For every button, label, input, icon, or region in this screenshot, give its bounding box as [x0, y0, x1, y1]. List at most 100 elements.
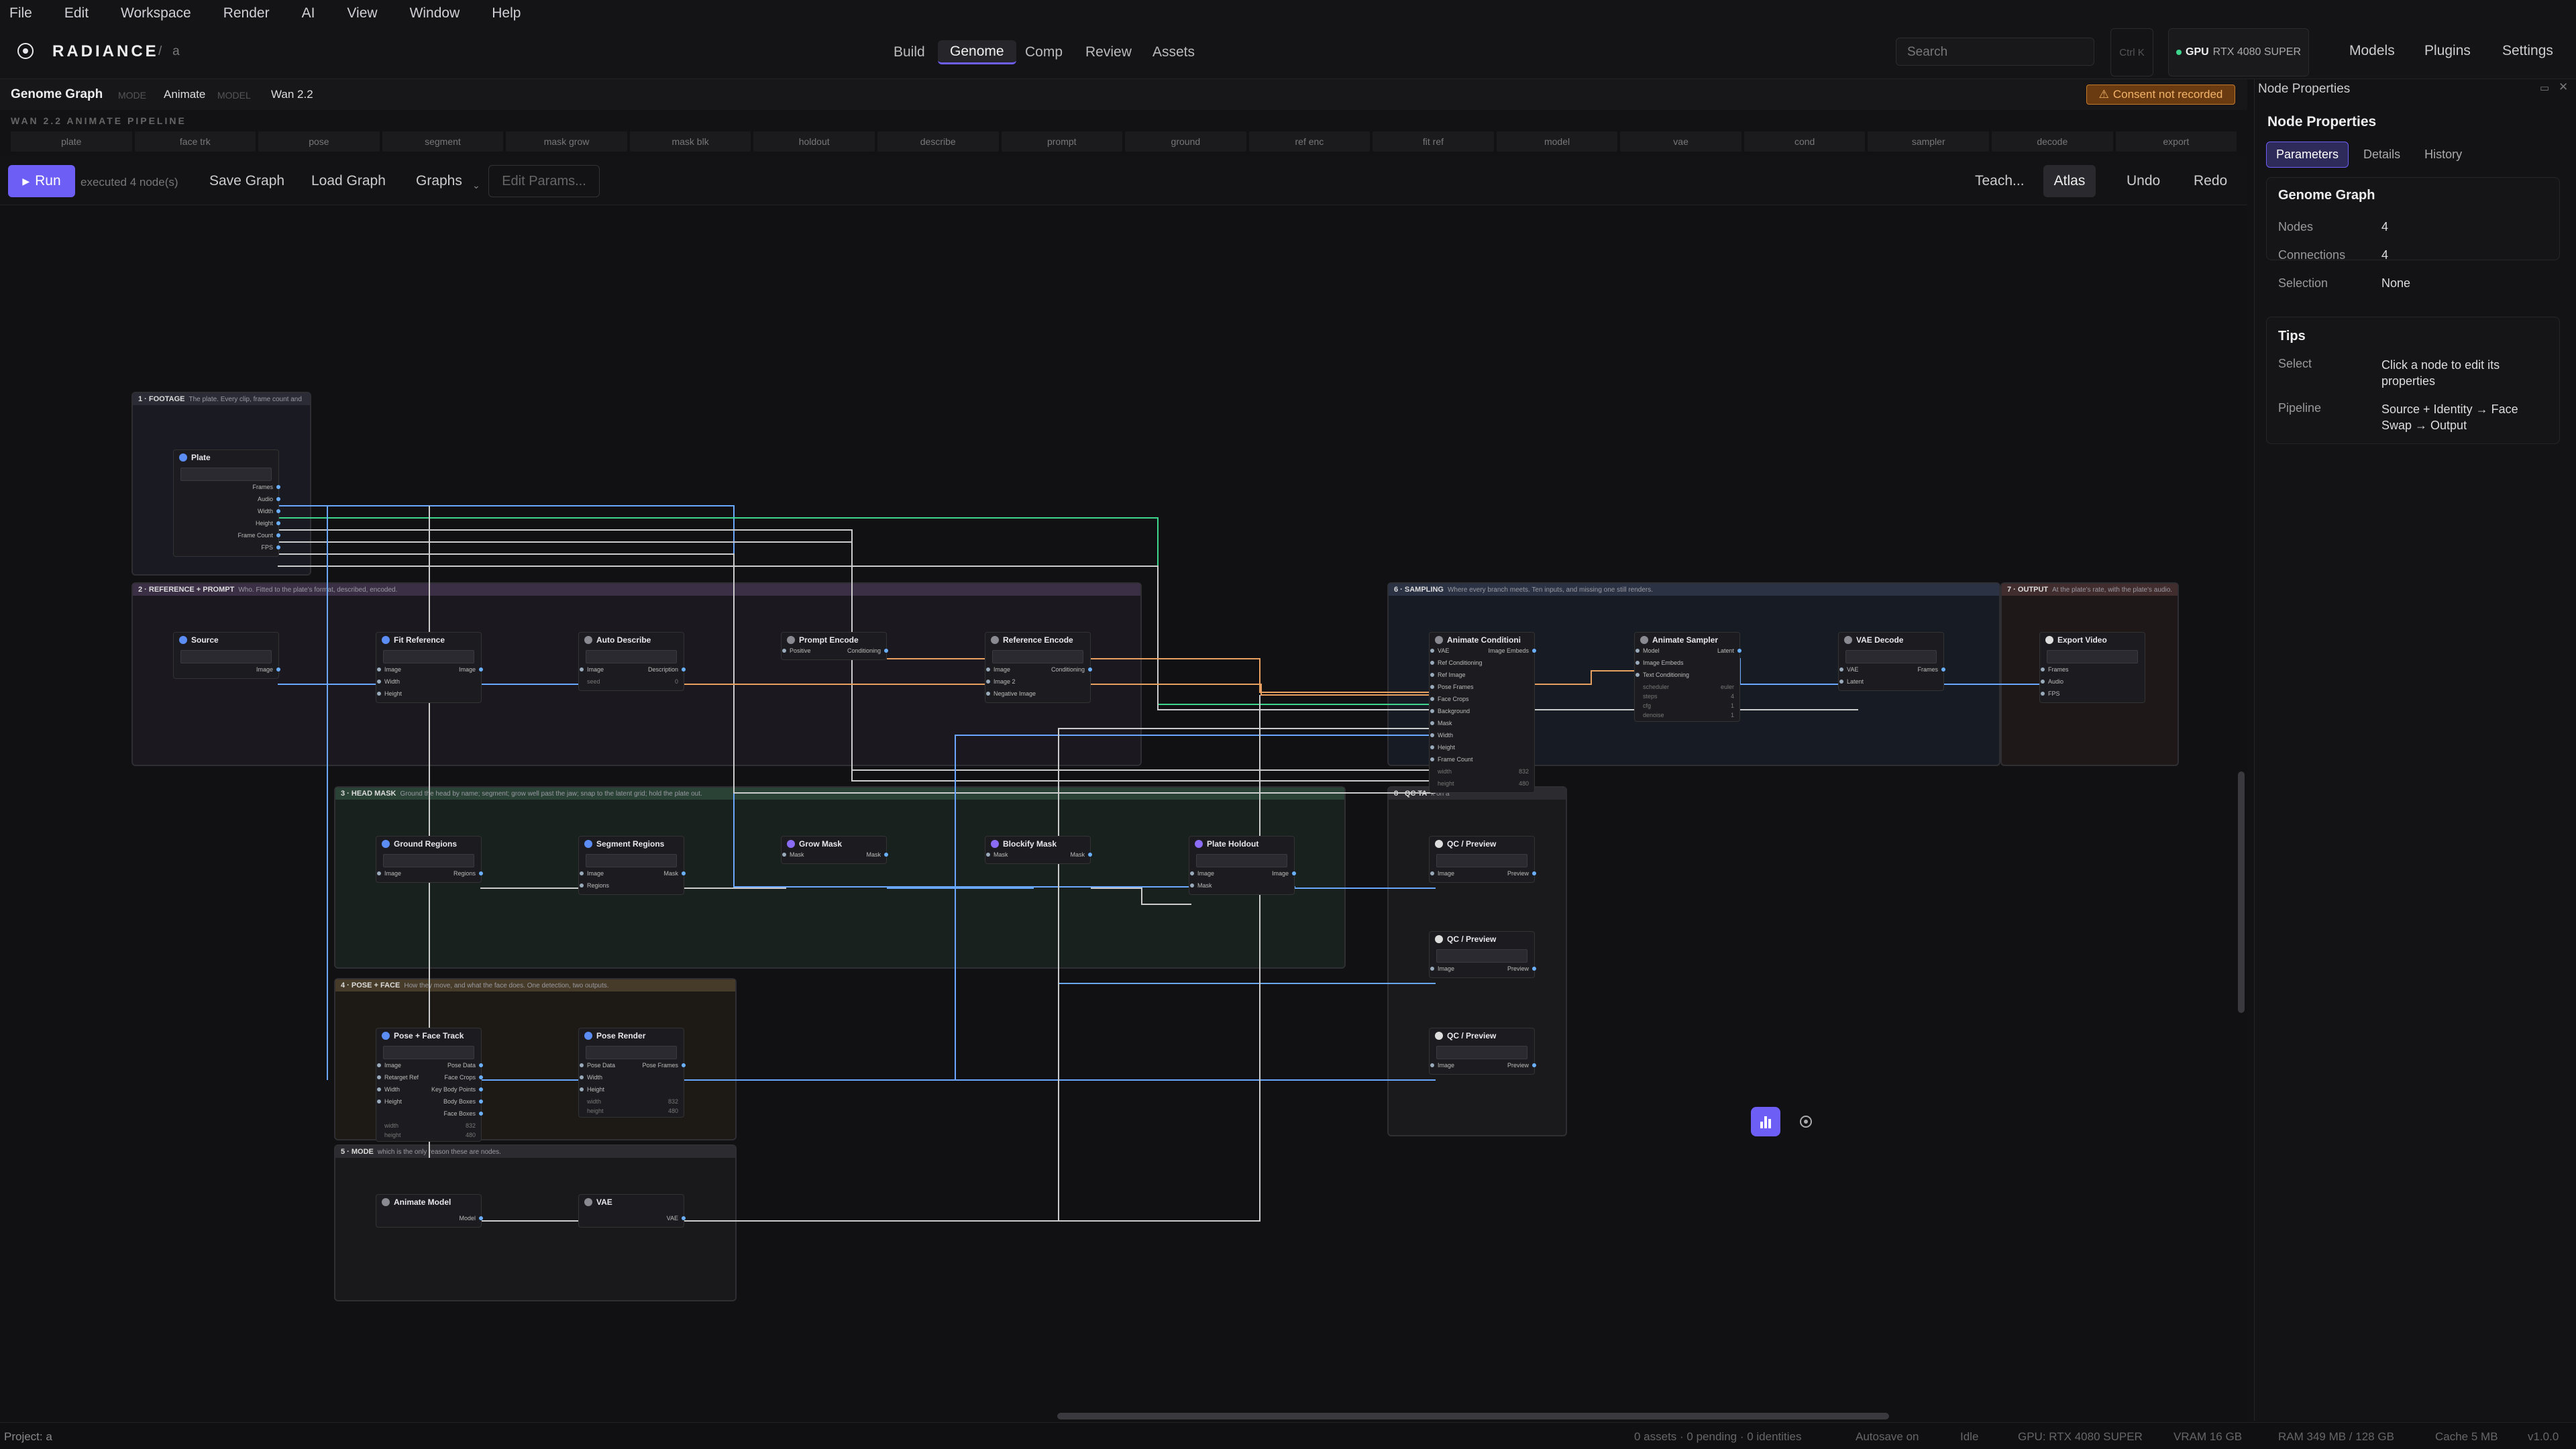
- input-port[interactable]: Image: [985, 666, 1010, 678]
- wire-refenc-conditioning[interactable]: [1091, 684, 1436, 696]
- output-port[interactable]: FPS: [261, 544, 280, 556]
- output-port[interactable]: Latent: [1717, 647, 1742, 659]
- model-value[interactable]: Wan 2.2: [271, 88, 313, 101]
- node-segment-regions[interactable]: Segment Regions Image Mask Regions: [578, 836, 686, 895]
- node-animate-conditioning[interactable]: Animate Conditioni VAE Image Embeds Ref C…: [1429, 632, 1536, 793]
- input-port[interactable]: Negative Image: [985, 690, 1036, 702]
- output-port[interactable]: Mask: [663, 870, 686, 882]
- output-port[interactable]: Regions: [453, 870, 484, 882]
- input-port[interactable]: Positive: [782, 647, 811, 659]
- input-port[interactable]: Frame Count: [1430, 756, 1473, 768]
- menu-view[interactable]: View: [347, 5, 377, 21]
- output-port[interactable]: Frames: [1917, 666, 1945, 678]
- output-port[interactable]: Preview: [1507, 870, 1537, 882]
- input-port[interactable]: Image: [579, 666, 604, 678]
- close-icon[interactable]: ✕: [2559, 80, 2568, 94]
- output-port[interactable]: Pose Data: [447, 1062, 484, 1074]
- tab-history[interactable]: History: [2415, 142, 2471, 167]
- edit-params-button[interactable]: Edit Params...: [488, 165, 600, 197]
- node-animate-model[interactable]: Animate Model Model: [376, 1194, 483, 1228]
- output-port[interactable]: Description: [648, 666, 686, 678]
- input-port[interactable]: Image: [376, 1062, 401, 1074]
- tab-parameters[interactable]: Parameters: [2266, 141, 2349, 168]
- mode-value[interactable]: Animate: [164, 88, 205, 101]
- input-port[interactable]: Text Conditioning: [1635, 672, 1689, 684]
- node-auto-describe[interactable]: Auto Describe Image Description seed 0: [578, 632, 686, 691]
- input-port[interactable]: Height: [579, 1086, 604, 1098]
- param-value[interactable]: 1: [1731, 702, 1734, 712]
- search-input[interactable]: Search: [1896, 38, 2094, 66]
- node-pose-face-track[interactable]: Pose + Face Track Image Pose Data Retarge…: [376, 1028, 484, 1142]
- node-grow-mask[interactable]: Grow Mask Mask Mask: [781, 836, 888, 864]
- param-value[interactable]: 832: [466, 1122, 476, 1132]
- stage-ref-enc[interactable]: ref enc: [1248, 131, 1371, 152]
- input-port[interactable]: Audio: [2040, 678, 2063, 690]
- stage-ground[interactable]: ground: [1125, 131, 1246, 152]
- menu-help[interactable]: Help: [492, 5, 521, 21]
- input-port[interactable]: Image 2: [986, 678, 1016, 690]
- stage-holdout[interactable]: holdout: [753, 131, 875, 152]
- graph-canvas[interactable]: 1 · FOOTAGE The plate. Every clip, frame …: [0, 205, 2247, 1422]
- output-port[interactable]: Preview: [1507, 1062, 1537, 1074]
- input-port[interactable]: Width: [376, 678, 400, 690]
- output-port[interactable]: Image: [256, 666, 281, 678]
- wire-prompt-conditioning[interactable]: [887, 658, 1436, 693]
- output-port[interactable]: Height: [256, 520, 281, 532]
- input-port[interactable]: Image: [376, 666, 401, 678]
- node-fit-reference[interactable]: Fit Reference Image Image Width Height: [376, 632, 484, 703]
- stage-sampler[interactable]: sampler: [1868, 131, 1989, 152]
- input-port[interactable]: Mask: [1430, 720, 1452, 732]
- param-value[interactable]: 832: [1519, 768, 1529, 780]
- output-port[interactable]: Audio: [258, 496, 281, 508]
- chevron-down-icon[interactable]: ⌄: [472, 180, 480, 191]
- output-port[interactable]: Conditioning: [847, 647, 889, 659]
- save-graph-button[interactable]: Save Graph: [209, 173, 284, 189]
- input-port[interactable]: Mask: [986, 851, 1008, 863]
- output-port[interactable]: Image Embeds: [1488, 647, 1536, 659]
- input-port[interactable]: Height: [376, 1098, 402, 1110]
- load-graph-button[interactable]: Load Graph: [311, 173, 386, 189]
- node-plate[interactable]: Plate Frames Audio Width Height Frame Co…: [173, 449, 281, 557]
- stage-model[interactable]: model: [1496, 131, 1618, 152]
- node-prompt-encode[interactable]: Prompt Encode Positive Conditioning: [781, 632, 889, 660]
- menu-window[interactable]: Window: [410, 5, 460, 21]
- output-port[interactable]: Body Boxes: [443, 1098, 484, 1110]
- output-port[interactable]: Model: [459, 1215, 483, 1227]
- output-port[interactable]: Face Crops: [444, 1074, 483, 1086]
- consent-warning-badge[interactable]: ⚠ Consent not recorded: [2086, 85, 2235, 105]
- input-port[interactable]: Image Embeds: [1635, 659, 1684, 672]
- input-port[interactable]: Face Crops: [1430, 696, 1469, 708]
- input-port[interactable]: Image: [1430, 1062, 1454, 1074]
- input-port[interactable]: Image: [1430, 965, 1454, 977]
- output-port[interactable]: Key Body Points: [431, 1086, 484, 1098]
- wire-blockify-mask[interactable]: [1091, 888, 1191, 905]
- output-port[interactable]: Conditioning: [1051, 666, 1093, 678]
- plugins-button[interactable]: Plugins: [2424, 43, 2471, 59]
- input-port[interactable]: Mask: [782, 851, 804, 863]
- stage-face-trk[interactable]: face trk: [134, 131, 256, 152]
- output-port[interactable]: Mask: [1070, 851, 1092, 863]
- tab-assets[interactable]: Assets: [1140, 40, 1207, 64]
- tab-comp[interactable]: Comp: [1013, 40, 1075, 64]
- node-blockify-mask[interactable]: Blockify Mask Mask Mask: [985, 836, 1092, 864]
- input-port[interactable]: Regions: [579, 882, 609, 894]
- node-pose-render[interactable]: Pose Render Pose Data Pose Frames Width H…: [578, 1028, 686, 1118]
- output-port[interactable]: Mask: [866, 851, 888, 863]
- output-port[interactable]: Image: [459, 666, 484, 678]
- output-port[interactable]: Face Boxes: [443, 1110, 483, 1122]
- input-port[interactable]: Image: [376, 870, 401, 882]
- node-vae-decode[interactable]: VAE Decode VAE Frames Latent: [1838, 632, 1945, 691]
- settings-button[interactable]: Settings: [2502, 43, 2553, 59]
- node-qc-preview-3[interactable]: QC / Preview Image Preview: [1429, 1028, 1537, 1075]
- stage-vae[interactable]: vae: [1620, 131, 1741, 152]
- input-port[interactable]: Image: [1189, 870, 1214, 882]
- param-value[interactable]: 1: [1731, 712, 1734, 721]
- param-value[interactable]: 832: [668, 1098, 678, 1108]
- node-qc-preview-2[interactable]: QC / Preview Image Preview: [1429, 931, 1537, 978]
- menu-render[interactable]: Render: [223, 5, 270, 21]
- node-export-video[interactable]: Export Video Frames Audio FPS: [2039, 632, 2145, 703]
- param-value[interactable]: euler: [1721, 684, 1734, 693]
- project-breadcrumb[interactable]: / a: [158, 44, 180, 59]
- wire-latent[interactable]: [1736, 658, 1843, 685]
- undo-button[interactable]: Undo: [2127, 173, 2160, 189]
